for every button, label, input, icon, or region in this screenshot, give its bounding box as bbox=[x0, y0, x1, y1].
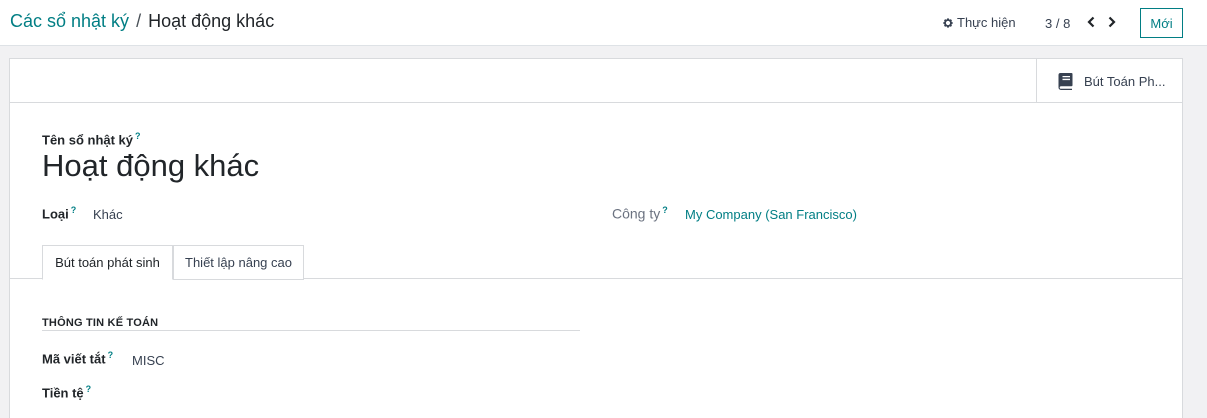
journal-name-label-text: Tên sổ nhật ký bbox=[42, 132, 134, 148]
help-tooltip-icon[interactable]: ? bbox=[135, 131, 141, 141]
tab-advanced-settings[interactable]: Thiết lập nâng cao bbox=[173, 245, 304, 280]
control-panel: Các sổ nhật ký / Hoạt động khác Thực hiệ… bbox=[0, 0, 1207, 46]
smart-button-label: Bút Toán Ph... bbox=[1084, 73, 1166, 89]
short-code-field[interactable]: MISC bbox=[132, 353, 165, 368]
journal-entries-smart-button[interactable]: Bút Toán Ph... bbox=[1036, 59, 1182, 103]
type-field[interactable]: Khác bbox=[93, 207, 123, 222]
currency-label-text: Tiền tệ bbox=[42, 385, 84, 401]
short-code-label-text: Mã viết tắt bbox=[42, 351, 106, 367]
company-label: Công ty? bbox=[612, 205, 668, 222]
chevron-left-icon bbox=[1087, 16, 1095, 28]
group-divider bbox=[42, 330, 580, 331]
smart-button-box: Bút Toán Ph... bbox=[10, 59, 1182, 103]
help-tooltip-icon[interactable]: ? bbox=[108, 350, 114, 360]
company-field[interactable]: My Company (San Francisco) bbox=[685, 207, 857, 222]
chevron-right-icon bbox=[1108, 16, 1116, 28]
gear-icon bbox=[943, 17, 953, 28]
short-code-label: Mã viết tắt? bbox=[42, 350, 113, 366]
pager-next-button[interactable] bbox=[1104, 13, 1120, 31]
help-tooltip-icon[interactable]: ? bbox=[71, 205, 77, 215]
form-tabs: Bút toán phát sinh Thiết lập nâng cao bbox=[10, 244, 1182, 280]
journal-name-label: Tên sổ nhật ký? bbox=[42, 131, 141, 147]
company-label-text: Công ty bbox=[612, 205, 661, 222]
pager-previous-button[interactable] bbox=[1083, 13, 1099, 31]
breadcrumb-parent-link[interactable]: Các sổ nhật ký bbox=[10, 11, 129, 31]
action-menu-button[interactable]: Thực hiện bbox=[942, 15, 1016, 30]
breadcrumb-current: Hoạt động khác bbox=[148, 11, 275, 31]
action-menu-label: Thực hiện bbox=[957, 15, 1016, 30]
tab-journal-entries[interactable]: Bút toán phát sinh bbox=[42, 245, 173, 280]
breadcrumb-separator: / bbox=[136, 11, 142, 31]
help-tooltip-icon[interactable]: ? bbox=[86, 384, 92, 394]
pager-value[interactable]: 3 / 8 bbox=[1045, 16, 1070, 31]
book-icon bbox=[1058, 73, 1073, 90]
accounting-info-heading: THÔNG TIN KẾ TOÁN bbox=[42, 317, 159, 329]
new-record-button[interactable]: Mới bbox=[1140, 8, 1183, 38]
currency-label: Tiền tệ? bbox=[42, 384, 91, 400]
form-sheet: Bút Toán Ph... Tên sổ nhật ký? Hoạt động… bbox=[9, 58, 1183, 418]
type-label-text: Loại bbox=[42, 206, 69, 222]
help-tooltip-icon[interactable]: ? bbox=[662, 205, 668, 215]
breadcrumb: Các sổ nhật ký / Hoạt động khác bbox=[10, 11, 274, 32]
type-label: Loại? bbox=[42, 205, 76, 221]
journal-name-field[interactable]: Hoạt động khác bbox=[42, 148, 259, 184]
